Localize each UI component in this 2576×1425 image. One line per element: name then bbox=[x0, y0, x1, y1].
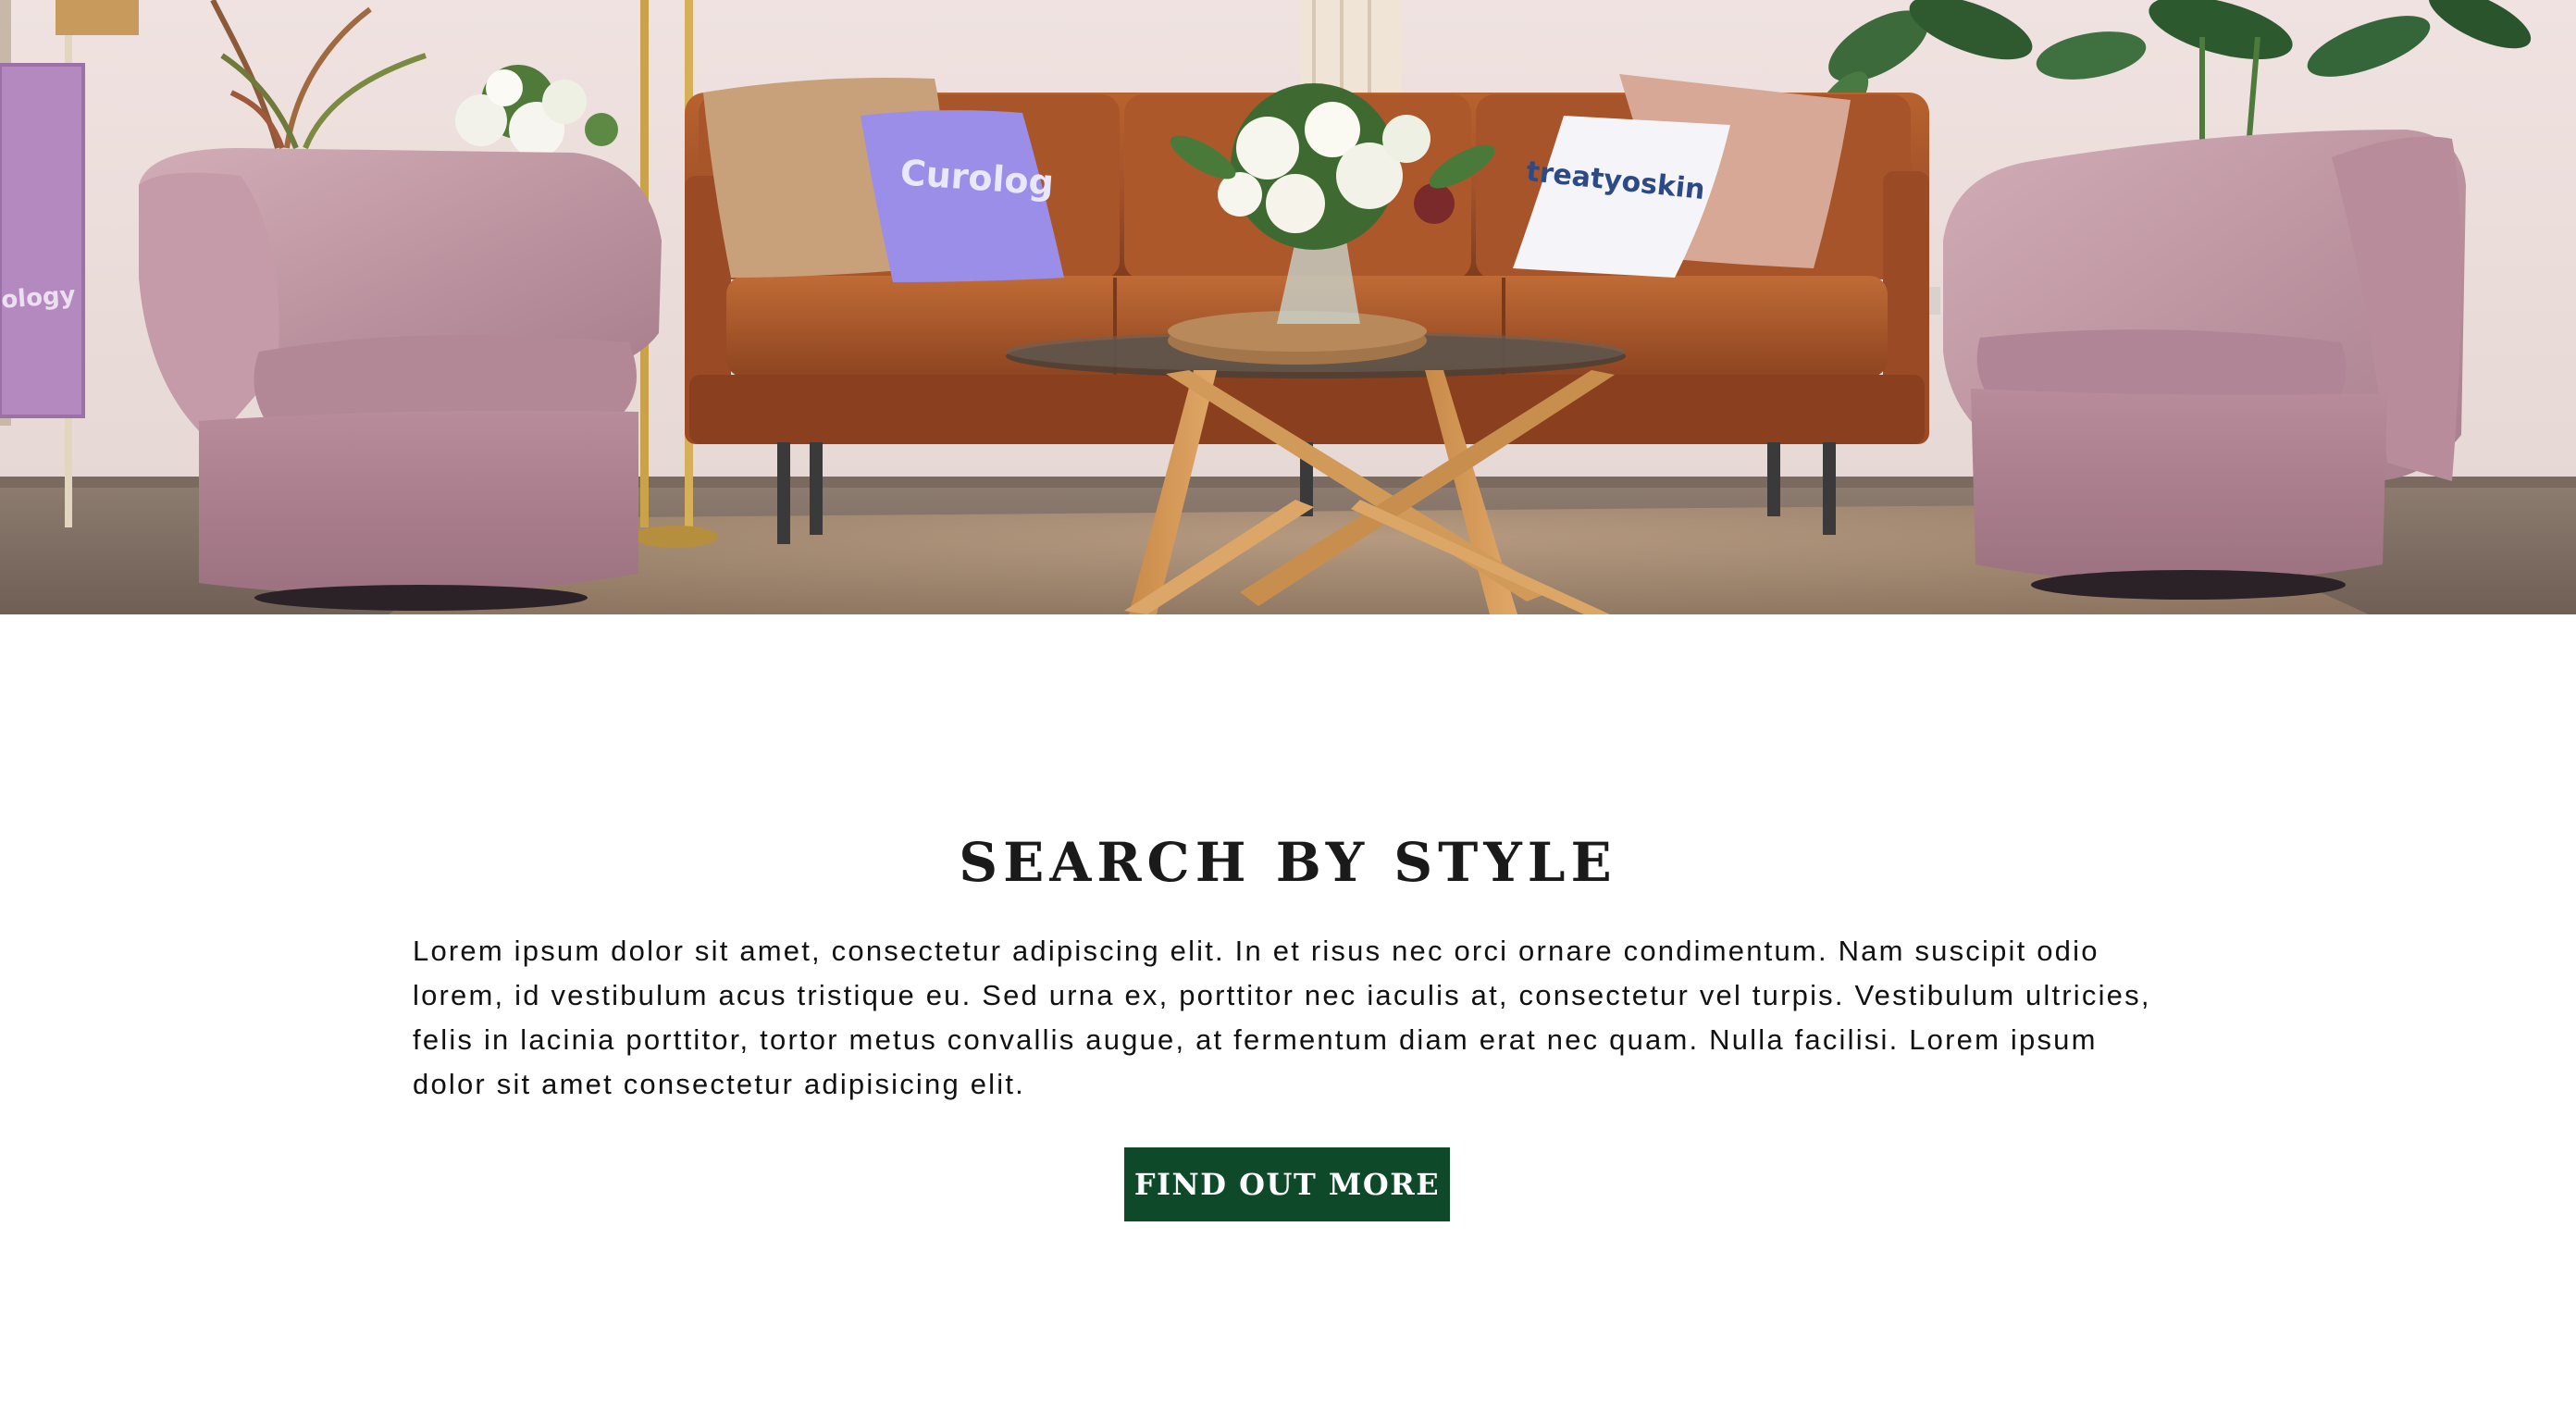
section-description: Lorem ipsum dolor sit amet, consectetur … bbox=[413, 935, 2151, 1100]
section-title: SEARCH BY STYLE bbox=[959, 831, 1617, 894]
svg-text:ology: ology bbox=[0, 281, 76, 315]
left-armchair bbox=[139, 148, 662, 611]
throw-print-text: ology bbox=[0, 281, 76, 315]
page: ology Curolog treatyoskin SEARCH BY STYL… bbox=[0, 0, 2576, 1425]
find-out-more-button[interactable]: FIND OUT MORE bbox=[1124, 1147, 1450, 1221]
search-by-style-section: SEARCH BY STYLE Lorem ipsum dolor sit am… bbox=[0, 614, 2576, 1425]
hero-image: ology Curolog treatyoskin bbox=[0, 0, 2576, 614]
